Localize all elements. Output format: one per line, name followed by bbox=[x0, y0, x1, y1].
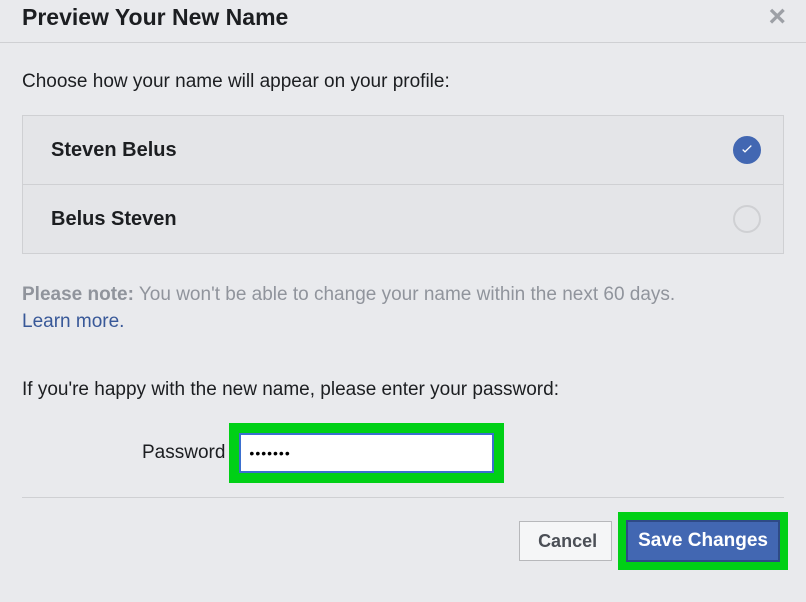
dialog-footer: Cancel Save Changes bbox=[0, 498, 806, 570]
note-label: Please note: bbox=[22, 284, 134, 305]
save-changes-button[interactable]: Save Changes bbox=[626, 520, 780, 562]
name-option[interactable]: Belus Steven bbox=[23, 184, 783, 253]
note-text: Please note: You won't be able to change… bbox=[22, 282, 784, 335]
radio-checked-icon bbox=[733, 136, 761, 164]
option-name-label: Steven Belus bbox=[51, 139, 177, 162]
dialog-title: Preview Your New Name bbox=[22, 4, 288, 31]
option-name-label: Belus Steven bbox=[51, 208, 177, 231]
dialog-body: Choose how your name will appear on your… bbox=[0, 43, 806, 483]
name-options: Steven Belus Belus Steven bbox=[22, 115, 784, 254]
highlight-save: Save Changes bbox=[618, 512, 788, 570]
cancel-button[interactable]: Cancel bbox=[519, 521, 612, 561]
close-icon[interactable]: × bbox=[768, 0, 786, 32]
password-row: Password bbox=[22, 423, 784, 483]
password-input[interactable] bbox=[239, 433, 494, 473]
radio-unchecked-icon bbox=[733, 205, 761, 233]
dialog-header: Preview Your New Name × bbox=[0, 0, 806, 43]
confirm-text: If you're happy with the new name, pleas… bbox=[22, 379, 784, 401]
learn-more-link[interactable]: Learn more. bbox=[22, 311, 124, 332]
highlight-password bbox=[229, 423, 504, 483]
intro-text: Choose how your name will appear on your… bbox=[22, 71, 784, 93]
preview-name-dialog: Preview Your New Name × Choose how your … bbox=[0, 0, 806, 570]
note-body: You won't be able to change your name wi… bbox=[134, 284, 675, 305]
name-option[interactable]: Steven Belus bbox=[23, 116, 783, 184]
password-label: Password bbox=[142, 442, 225, 464]
